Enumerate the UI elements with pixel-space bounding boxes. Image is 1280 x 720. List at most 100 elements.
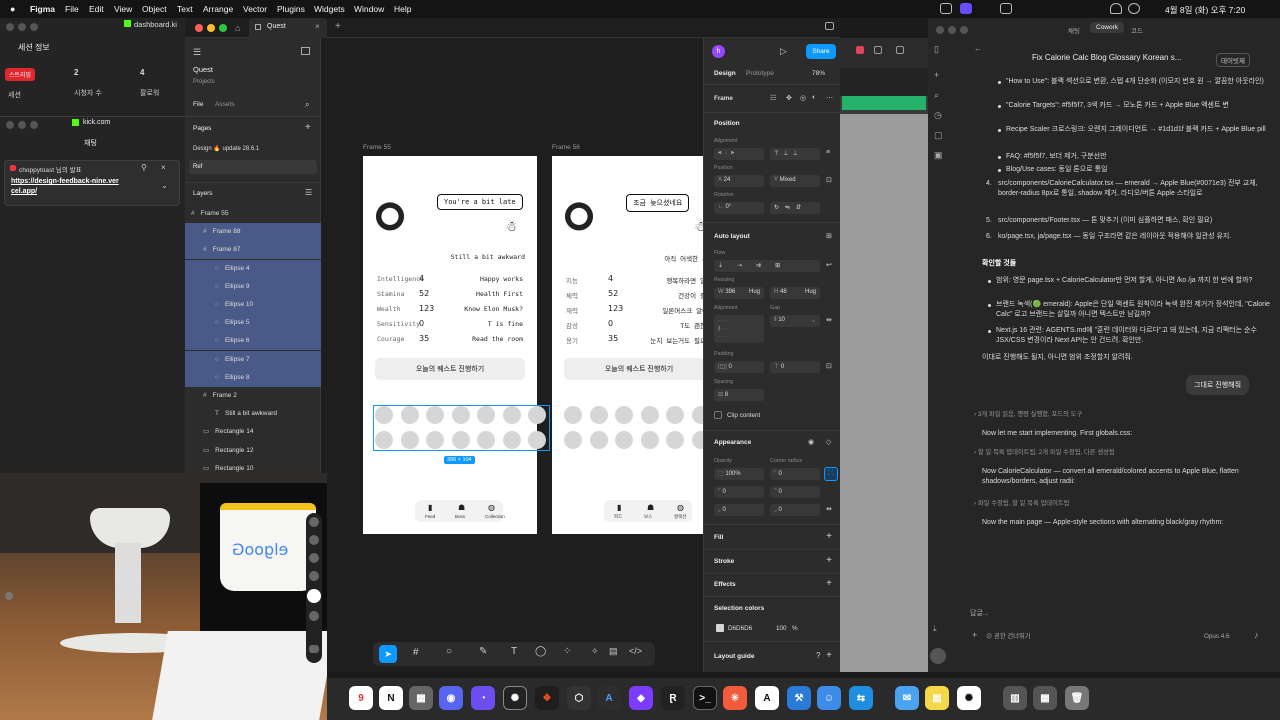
corner-radius-field[interactable]: ⌜ 0 <box>770 468 820 480</box>
zoom-button[interactable] <box>219 24 227 32</box>
minimize-button[interactable] <box>18 121 26 129</box>
tool-summary[interactable]: › 파일 수정됨, 할 일 목록 업데이트됨 <box>974 499 1069 509</box>
window-icon[interactable] <box>825 22 834 30</box>
ellipse[interactable] <box>691 431 703 449</box>
frame-title[interactable]: Frame 55 <box>363 144 391 151</box>
mail-icon[interactable]: ✉ <box>895 686 919 710</box>
individual-corners-icon[interactable]: ⛶ <box>824 467 838 481</box>
rotation-field[interactable]: ∟ 0° <box>714 202 764 214</box>
text-tool-icon[interactable]: T <box>511 646 517 657</box>
tool-summary[interactable]: › 3개 파일 읽음, 명령 실행함, 포드의 도구 <box>974 410 1082 420</box>
avatar[interactable]: h <box>712 45 725 58</box>
workspace-badge[interactable]: 데이빗제 <box>1216 53 1250 67</box>
ellipse[interactable] <box>615 431 633 449</box>
tab-dashboard[interactable]: dashboard.ki <box>124 20 184 32</box>
add-effect-button[interactable]: + <box>826 578 832 589</box>
projects-icon[interactable]: ▢ <box>934 130 943 141</box>
color-opacity[interactable]: 100 <box>776 625 787 632</box>
download-icon[interactable]: ⤓ <box>933 624 937 634</box>
menu-text[interactable]: Text <box>177 4 193 14</box>
control-button[interactable] <box>309 535 319 545</box>
new-tab-icon[interactable]: + <box>335 21 341 32</box>
flip-group[interactable]: ↻⇋⇵ <box>770 202 820 214</box>
layer-item[interactable]: ○ Ellipse 8 <box>185 368 321 387</box>
design-frame[interactable]: You're a bit late ☃ Still a bit awkward Int… <box>363 156 546 534</box>
figma-icon[interactable]: ❖ <box>535 686 559 710</box>
ellipse[interactable] <box>666 431 684 449</box>
design-frame[interactable]: 조금 늦으셨네요☃ 아직 어색한 사이지능 4 행복하라면 일해체력 52 건강이 중요재… <box>552 156 703 534</box>
layout-icon[interactable]: ☷ <box>770 94 776 102</box>
add-fill-button[interactable]: + <box>826 531 832 542</box>
zoom-button[interactable] <box>30 23 38 31</box>
collection-icon[interactable]: ◍ <box>488 503 495 512</box>
layer-item[interactable]: T Still a bit awkward <box>185 405 321 423</box>
add-page-button[interactable]: + <box>305 122 311 133</box>
help-icon[interactable]: ? <box>816 651 820 660</box>
chatgpt-icon[interactable]: ✺ <box>957 686 981 710</box>
main-menu-icon[interactable]: ☰ <box>193 47 201 58</box>
page-item-selected[interactable]: Ref <box>189 160 317 174</box>
status-icon[interactable] <box>960 3 972 14</box>
layer-item[interactable]: ▭ Rectangle 14 <box>185 423 321 441</box>
message-link[interactable]: https://design-feedback-nine.vercel.app/ <box>11 177 121 197</box>
chevron-down-icon[interactable]: ⌄ <box>161 181 168 190</box>
menu-edit[interactable]: Edit <box>89 4 104 14</box>
tab-code[interactable]: 코드 <box>1131 25 1143 35</box>
file-name[interactable]: Quest <box>193 65 213 74</box>
calendar-icon[interactable]: 9 <box>349 686 373 710</box>
ellipse[interactable] <box>564 406 582 424</box>
layer-item[interactable]: # Frame 55 <box>185 205 321 223</box>
color-hex[interactable]: D6D6D6 <box>728 625 752 632</box>
minimize-button[interactable] <box>18 23 26 31</box>
tab-icon[interactable] <box>874 46 882 54</box>
component-icon[interactable]: ✥ <box>786 94 792 102</box>
sidebar-toggle-icon[interactable]: ▯ <box>934 44 939 55</box>
wrap-icon[interactable]: ↩ <box>826 261 832 269</box>
tab-assets[interactable]: Assets <box>215 101 235 108</box>
ellipse[interactable] <box>615 406 633 424</box>
auto-layout-settings-icon[interactable]: ⊞ <box>826 232 832 240</box>
finder-icon[interactable]: ☺ <box>817 686 841 710</box>
search-icon[interactable]: ⌕ <box>305 100 309 110</box>
tab-file[interactable]: File <box>193 101 203 108</box>
share-button[interactable]: Share <box>806 44 836 59</box>
padding-vertical-field[interactable]: ⊤ 0 <box>770 361 820 373</box>
history-icon[interactable]: ◷ <box>934 110 942 121</box>
ellipse[interactable] <box>666 406 684 424</box>
home-icon[interactable]: ⌂ <box>235 23 240 33</box>
close-button[interactable] <box>936 26 944 34</box>
corner-bl-field[interactable]: ⌞ 0 <box>714 504 764 516</box>
back-icon[interactable]: ← <box>974 44 982 53</box>
add-stroke-button[interactable]: + <box>826 555 832 566</box>
spacing-mode-icon[interactable]: ⇹ <box>826 316 832 324</box>
search-icon[interactable]: ⌕ <box>934 90 939 101</box>
minimize-button[interactable] <box>207 24 215 32</box>
attach-icon[interactable]: + <box>972 630 977 640</box>
status-icon[interactable] <box>940 3 952 14</box>
tab-design[interactable]: Design <box>714 70 736 77</box>
clock[interactable]: 4월 8일 (화) 오후 7:20 <box>1165 4 1245 16</box>
terminal-icon[interactable]: >_ <box>693 686 717 710</box>
pin-icon[interactable]: ⚲ <box>141 163 147 172</box>
x-field[interactable]: X 24 <box>714 175 764 187</box>
tool-summary[interactable]: › 할 일 목록 업데이트됨, 2개 파일 수정됨, 다른 생성됨 <box>974 448 1115 458</box>
chat-title[interactable]: Fix Calorie Calc Blog Glossary Korean s.… <box>1032 53 1181 62</box>
constraints-icon[interactable]: ⊡ <box>826 176 832 184</box>
tab-icon[interactable] <box>856 46 864 54</box>
raycast-icon[interactable]: Ɽ <box>661 686 685 710</box>
menu-arrange[interactable]: Arrange <box>203 4 233 14</box>
downloads-icon[interactable]: ▥ <box>1003 686 1027 710</box>
selection-box[interactable] <box>373 405 550 451</box>
frame-tool-icon[interactable]: # <box>413 647 419 658</box>
avatar[interactable] <box>930 648 946 664</box>
corner-br-field[interactable]: ⌟ 0 <box>770 504 820 516</box>
menu-plugins[interactable]: Plugins <box>277 4 305 14</box>
layer-item[interactable]: ○ Ellipse 4 <box>185 259 321 278</box>
app-icon[interactable]: A <box>755 686 779 710</box>
tab-chat[interactable]: 채팅 <box>1068 25 1080 35</box>
tab-cowork[interactable]: Cowork <box>1090 22 1125 33</box>
folder-icon[interactable]: ▦ <box>1033 686 1057 710</box>
menu-window[interactable]: Window <box>354 4 384 14</box>
box-icon[interactable]: ⬡ <box>567 686 591 710</box>
feed-icon[interactable]: ▮ <box>617 503 621 512</box>
